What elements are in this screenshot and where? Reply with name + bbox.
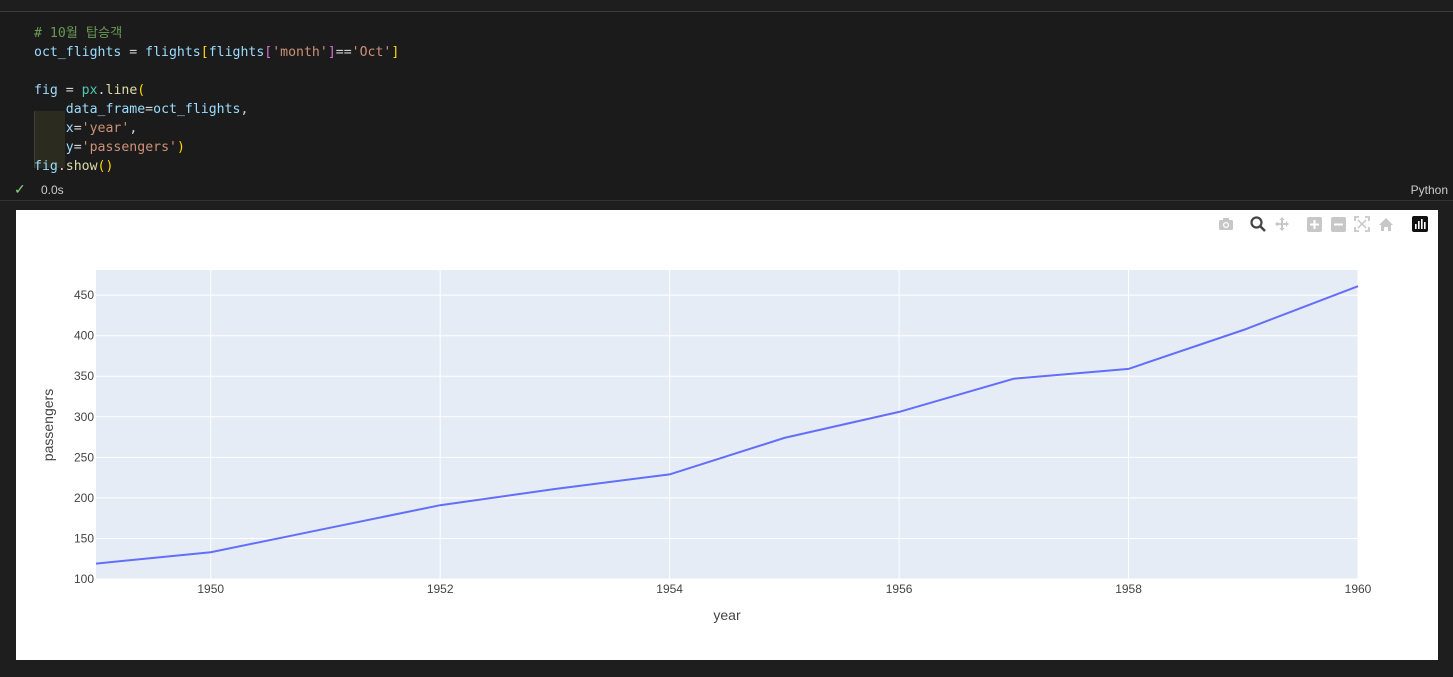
zoom-out-icon[interactable] <box>1328 214 1348 234</box>
code-token: oct_flights <box>34 45 122 60</box>
y-axis-label: passengers <box>40 389 56 461</box>
pan-icon[interactable] <box>1272 214 1292 234</box>
zoom-in-icon[interactable] <box>1304 214 1324 234</box>
code-token: = <box>57 83 82 98</box>
code-cell[interactable]: # 10월 탑승객 oct_flights = flights[flights['… <box>0 12 1453 200</box>
code-token: show <box>65 159 98 174</box>
code-line: x='year', <box>34 119 399 138</box>
code-token: fig <box>34 83 58 98</box>
language-label[interactable]: Python <box>1411 183 1448 197</box>
zoom-icon[interactable] <box>1248 214 1268 234</box>
code-line: # 10월 탑승객 <box>34 24 399 43</box>
y-tick-label: 300 <box>74 410 94 424</box>
code-token: # 10월 탑승객 <box>34 26 123 41</box>
execution-time: 0.0s <box>41 183 64 197</box>
code-line: oct_flights = flights[flights['month']==… <box>34 43 399 62</box>
code-token: == <box>335 45 352 60</box>
x-tick-label: 1954 <box>656 582 683 596</box>
code-line: fig.show() <box>34 157 399 176</box>
y-tick-label: 450 <box>74 288 94 302</box>
code-token: = <box>145 102 154 117</box>
code-token: px <box>81 83 98 98</box>
y-tick-label: 200 <box>74 491 94 505</box>
plot-area <box>96 270 1358 579</box>
code-token: ] <box>391 45 400 60</box>
code-token: 'year' <box>81 121 130 136</box>
code-token: . <box>97 83 106 98</box>
y-tick-labels: 100 150 200 250 300 350 400 450 <box>74 288 94 586</box>
cell-status-bar: ✓ 0.0s Python <box>0 181 1453 200</box>
code-token: flights <box>208 45 265 60</box>
x-tick-label: 1952 <box>427 582 454 596</box>
code-token: = <box>73 121 82 136</box>
y-tick-label: 250 <box>74 450 94 464</box>
code-token: y <box>65 140 74 155</box>
code-token: () <box>97 159 114 174</box>
code-editor[interactable]: # 10월 탑승객 oct_flights = flights[flights['… <box>34 24 399 176</box>
output-separator <box>0 200 1453 201</box>
code-token: ) <box>176 140 185 155</box>
x-axis-label: year <box>713 607 741 623</box>
x-tick-labels: 1950 1952 1954 1956 1958 1960 <box>197 582 1371 596</box>
code-line: y='passengers') <box>34 138 399 157</box>
code-token: fig <box>34 159 58 174</box>
reset-axes-icon[interactable] <box>1376 214 1396 234</box>
code-token: oct_flights <box>153 102 241 117</box>
code-token: = <box>73 140 82 155</box>
code-token: line <box>105 83 138 98</box>
cell-output: 100 150 200 250 300 350 400 450 1950 1952 1954 195… <box>16 210 1438 660</box>
code-token: ] <box>327 45 336 60</box>
code-token: [ <box>200 45 209 60</box>
code-token: x <box>65 121 74 136</box>
check-icon: ✓ <box>14 181 26 197</box>
x-tick-label: 1950 <box>197 582 224 596</box>
x-tick-label: 1958 <box>1115 582 1142 596</box>
y-tick-label: 100 <box>74 572 94 586</box>
code-token: 'Oct' <box>351 45 392 60</box>
code-token: , <box>240 102 249 117</box>
code-line: fig = px.line( <box>34 81 399 100</box>
y-tick-label: 150 <box>74 531 94 545</box>
code-token: 'passengers' <box>81 140 177 155</box>
x-tick-label: 1956 <box>886 582 913 596</box>
y-tick-label: 350 <box>74 369 94 383</box>
line-chart: 100150200250300350400450 1950 1952 1954 195… <box>40 270 1372 623</box>
code-token: flights <box>145 45 201 60</box>
camera-icon[interactable] <box>1216 214 1236 234</box>
code-token: data_frame <box>65 102 146 117</box>
code-line: data_frame=oct_flights, <box>34 100 399 119</box>
code-token: ( <box>137 83 146 98</box>
code-token: = <box>121 45 146 60</box>
y-tick-label: 400 <box>74 329 94 343</box>
plotly-modebar <box>1214 214 1434 234</box>
plotly-logo-icon[interactable] <box>1410 214 1430 234</box>
autoscale-icon[interactable] <box>1352 214 1372 234</box>
code-token: 'month' <box>272 45 328 60</box>
code-token: . <box>57 159 66 174</box>
x-tick-label: 1960 <box>1345 582 1372 596</box>
code-token: , <box>129 121 138 136</box>
